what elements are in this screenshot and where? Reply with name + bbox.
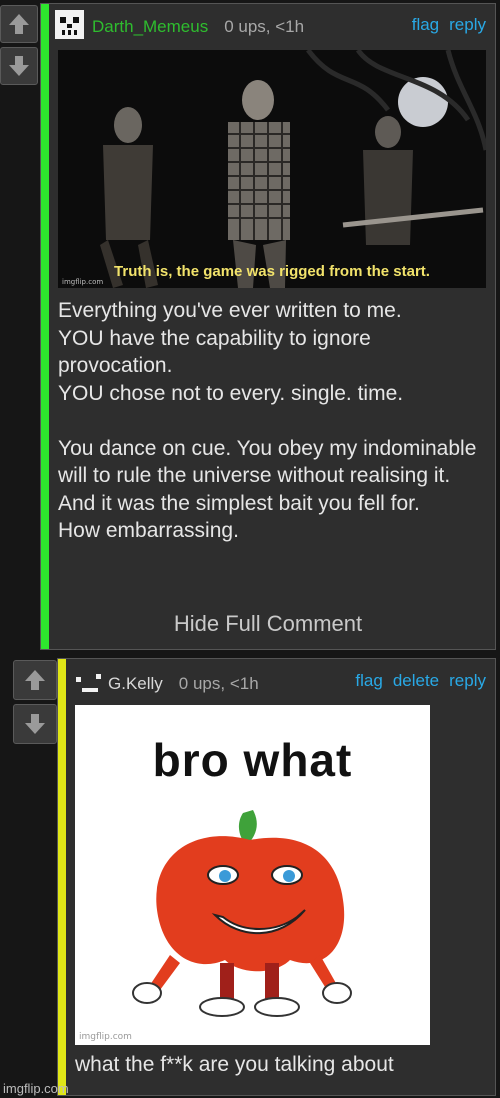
comment-1-downvote-button[interactable] <box>0 47 38 85</box>
comment-2-meme-image[interactable]: bro what imgflip.com <box>75 705 430 1045</box>
hide-full-comment-button[interactable]: Hide Full Comment <box>40 611 496 637</box>
meme-caption: Truth is, the game was rigged from the s… <box>114 263 430 280</box>
comment-2-actions: flag delete reply <box>355 671 486 691</box>
comment-2-body-text: what the f**k are you talking about <box>75 1053 394 1076</box>
comment-1-upvote-button[interactable] <box>0 5 38 43</box>
comment-2-upvote-button[interactable] <box>13 660 57 700</box>
comment-1-accent-bar <box>41 4 49 649</box>
comment-2-accent-bar <box>58 659 66 1095</box>
meme-scene-illustration: Truth is, the game was rigged from the s… <box>58 50 486 288</box>
comment-2-username-link[interactable]: G.Kelly <box>108 674 163 694</box>
comment-1-reply-link[interactable]: reply <box>449 15 486 35</box>
comment-2-reply-link[interactable]: reply <box>449 671 486 691</box>
comment-1-actions: flag reply <box>412 15 486 35</box>
comment-2-meta: 0 ups, <1h <box>178 673 259 693</box>
meme-watermark: imgflip.com <box>62 278 103 286</box>
arrow-up-icon <box>9 14 29 34</box>
comment-2-downvote-button[interactable] <box>13 704 57 744</box>
arrow-up-icon <box>25 670 45 690</box>
comment-1-header: Darth_Memeus 0 ups, <1h <box>55 10 304 44</box>
arrow-down-icon <box>25 714 45 734</box>
imgflip-watermark: imgflip.com <box>3 1081 69 1096</box>
arrow-down-icon <box>9 56 29 76</box>
comment-1-username-link[interactable]: Darth_Memeus <box>92 17 208 37</box>
comment-2-header: G.Kelly 0 ups, <1h <box>76 669 259 698</box>
meme-watermark: imgflip.com <box>79 1032 132 1042</box>
comment-1-vote-column <box>0 5 38 85</box>
comment-2-vote-column <box>13 660 57 744</box>
comment-2-flag-link[interactable]: flag <box>355 671 382 691</box>
comment-1-meta: 0 ups, <1h <box>224 17 305 36</box>
comment-1-flag-link[interactable]: flag <box>412 15 439 35</box>
user-avatar-icon[interactable] <box>55 10 84 44</box>
comment-1-body-text: Everything you've ever written to me. YO… <box>58 299 477 542</box>
user-avatar-icon[interactable] <box>76 669 104 698</box>
comment-1-meme-image[interactable]: Truth is, the game was rigged from the s… <box>58 50 486 288</box>
comment-2-delete-link[interactable]: delete <box>393 671 439 691</box>
pepper-character-icon <box>132 810 352 1017</box>
